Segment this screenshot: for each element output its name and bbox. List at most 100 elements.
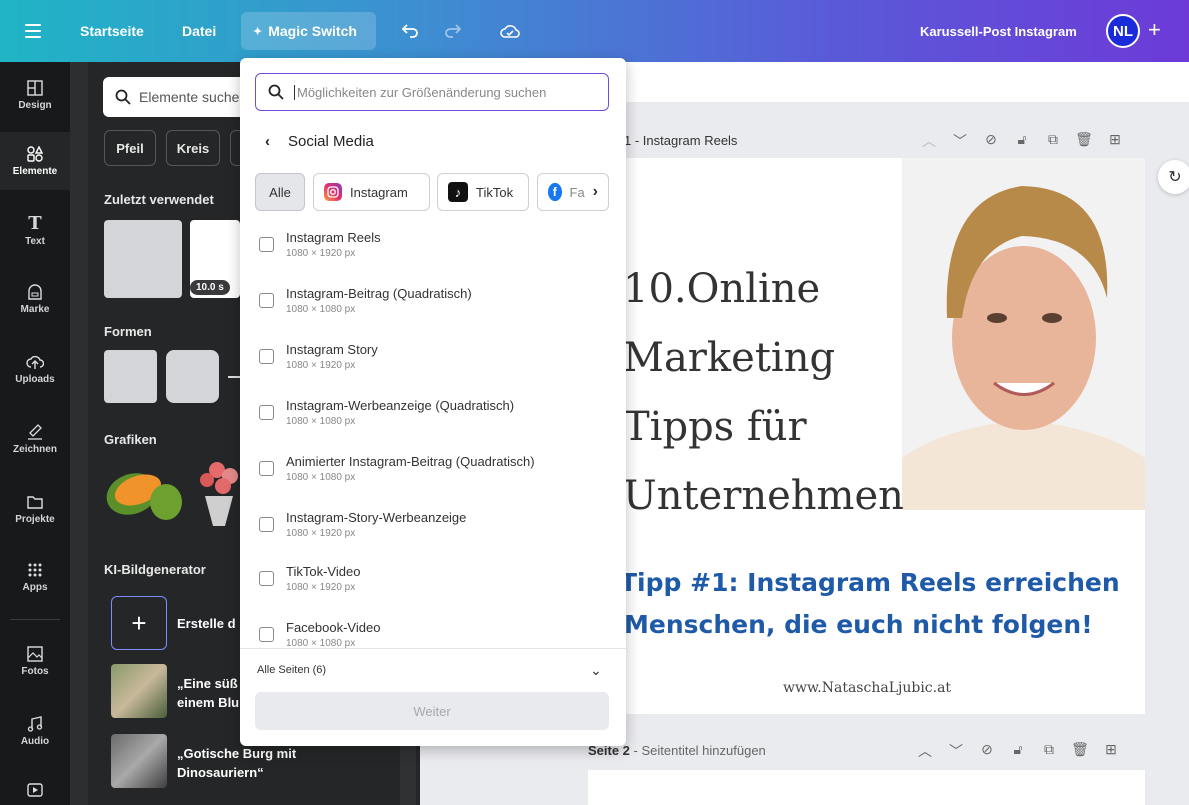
checkbox[interactable] <box>259 627 274 642</box>
resize-search-input[interactable]: Möglichkeiten zur Größenänderung suchen <box>255 73 609 111</box>
rail-item-projekte[interactable]: Projekte <box>0 480 70 538</box>
duration-badge: 10.0 s <box>190 280 230 295</box>
tipp-text[interactable]: Tipp #1: Instagram Reels erreichen Mensc… <box>620 562 1120 646</box>
slide-title[interactable]: 10.Online Marketing Tipps für Unternehme… <box>623 255 904 531</box>
trash-icon[interactable]: 🗑︎ <box>1071 741 1089 761</box>
chevron-down-icon[interactable]: ﹀ <box>949 741 963 761</box>
option-size: 1080 × 1080 px <box>286 416 356 427</box>
document-title[interactable]: Karussell-Post Instagram <box>920 0 1077 62</box>
home-link[interactable]: Startseite <box>80 0 144 62</box>
filter-chip-tiktok[interactable]: ♪ TikTok <box>437 173 529 211</box>
option-name: Instagram-Story-Werbeanzeige <box>286 510 467 525</box>
rail-item-text[interactable]: T Text <box>0 202 70 260</box>
chevron-right-icon[interactable]: › <box>593 183 598 201</box>
all-pages-select[interactable]: Alle Seiten (6) <box>257 664 326 676</box>
resize-option[interactable]: TikTok-Video 1080 × 1920 px <box>259 564 360 593</box>
chip-kreis[interactable]: Kreis <box>166 130 220 166</box>
undo-icon[interactable] <box>401 0 419 62</box>
ki-create-label[interactable]: Erstelle d <box>177 614 236 633</box>
cloud-saved-icon[interactable] <box>500 0 520 62</box>
checkbox[interactable] <box>259 405 274 420</box>
website-url[interactable]: www.NataschaLjubic.at <box>783 680 951 696</box>
magic-switch-button[interactable]: ✦ Magic Switch <box>241 12 376 50</box>
chevron-up-icon[interactable]: ︿ <box>918 741 932 761</box>
shape-square[interactable] <box>104 350 157 403</box>
resize-option[interactable]: Facebook-Video 1080 × 1080 px <box>259 620 380 648</box>
checkbox[interactable] <box>259 293 274 308</box>
checkbox[interactable] <box>259 571 274 586</box>
resize-option[interactable]: Instagram-Story-Werbeanzeige 1080 × 1920 … <box>259 510 466 539</box>
filter-chip-label: Instagram <box>350 184 408 200</box>
rail-item-zeichnen[interactable]: Zeichnen <box>0 410 70 468</box>
add-page-icon[interactable]: ⊞ <box>1104 741 1118 761</box>
duplicate-icon[interactable]: ⧉ <box>1046 131 1060 151</box>
duplicate-icon[interactable]: ⧉ <box>1042 741 1056 761</box>
recent-thumb[interactable] <box>104 220 182 298</box>
file-menu[interactable]: Datei <box>182 0 216 62</box>
filter-chip-alle[interactable]: Alle <box>255 173 305 211</box>
filter-chip-facebook[interactable]: f Fa › <box>537 173 609 211</box>
chevron-up-icon[interactable]: ︿ <box>922 131 936 151</box>
rail-item-audio[interactable]: Audio <box>0 702 70 760</box>
refresh-icon[interactable]: ↻ <box>1158 160 1189 194</box>
shape-line[interactable] <box>228 376 240 378</box>
add-page-icon[interactable]: ⊞ <box>1108 131 1122 151</box>
lock-icon[interactable]: 🔓︎ <box>1011 741 1025 761</box>
page-1-label[interactable]: 1 - Instagram Reels <box>624 133 737 148</box>
resize-option[interactable]: Instagram-Werbeanzeige (Quadratisch) 1080… <box>259 398 514 427</box>
graphic-flower-vase[interactable] <box>195 456 240 536</box>
checkbox[interactable] <box>259 349 274 364</box>
filter-chip-label: Alle <box>269 184 291 200</box>
filter-chip-label: Fa <box>569 184 585 200</box>
panel-collapse-strip[interactable] <box>70 62 88 805</box>
hide-icon[interactable]: ⊘ <box>980 741 994 761</box>
back-to-categories[interactable]: ‹ Social Media <box>265 133 374 150</box>
checkbox[interactable] <box>259 237 274 252</box>
checkbox[interactable] <box>259 461 274 476</box>
chip-pfeil[interactable]: Pfeil <box>104 130 156 166</box>
graphic-fruit[interactable] <box>104 458 184 526</box>
add-collaborator-icon[interactable]: + <box>1148 18 1161 42</box>
trash-icon[interactable]: 🗑︎ <box>1075 131 1093 151</box>
redo-icon[interactable] <box>444 0 462 62</box>
avatar[interactable]: NL <box>1106 14 1140 48</box>
option-size: 1080 × 1080 px <box>286 304 356 315</box>
resize-option[interactable]: Instagram Story 1080 × 1920 px <box>259 342 378 371</box>
ki-create-button[interactable]: + <box>111 596 167 650</box>
rail-item-fotos[interactable]: Fotos <box>0 632 70 690</box>
next-button[interactable]: Weiter <box>255 692 609 730</box>
lock-icon[interactable]: 🔓︎ <box>1015 131 1029 151</box>
resize-option[interactable]: Instagram-Beitrag (Quadratisch) 1080 × 10… <box>259 286 472 315</box>
option-size: 1080 × 1920 px <box>286 248 356 259</box>
rail-label: Design <box>18 99 52 111</box>
elements-search-input[interactable]: Elemente suche <box>103 77 253 117</box>
checkbox[interactable] <box>259 517 274 532</box>
resize-option[interactable]: Animierter Instagram-Beitrag (Quadratisc… <box>259 454 535 483</box>
rail-item-uploads[interactable]: Uploads <box>0 340 70 398</box>
ki-example-2[interactable]: „Gotische Burg mit Dinosauriern“ <box>177 744 296 782</box>
apps-icon <box>26 562 44 578</box>
filter-chip-instagram[interactable]: Instagram <box>313 173 430 211</box>
magic-switch-label: Magic Switch <box>268 23 357 39</box>
rail-item-apps[interactable]: Apps <box>0 548 70 606</box>
chevron-down-icon[interactable]: ﹀ <box>953 131 967 151</box>
rail-item-design[interactable]: Design <box>0 66 70 124</box>
chevron-down-icon[interactable]: ⌄ <box>590 662 602 679</box>
chip-partial[interactable] <box>230 130 240 166</box>
menu-icon[interactable] <box>22 0 44 62</box>
hide-icon[interactable]: ⊘ <box>984 131 998 151</box>
resize-option[interactable]: Instagram Reels 1080 × 1920 px <box>259 230 381 259</box>
portrait-photo[interactable] <box>902 158 1145 510</box>
rail-item-elemente[interactable]: Elemente <box>0 132 70 190</box>
facebook-icon: f <box>548 183 562 201</box>
shape-rounded-square[interactable] <box>166 350 219 403</box>
ki-example-image[interactable] <box>111 734 167 788</box>
option-name: Facebook-Video <box>286 620 381 635</box>
rail-item-marke[interactable]: Marke <box>0 270 70 328</box>
page-2-tools: ︿ ﹀ ⊘ 🔓︎ ⧉ 🗑︎ ⊞ <box>918 741 1118 761</box>
rail-item-video[interactable] <box>0 772 70 805</box>
design-page-2[interactable] <box>588 770 1145 805</box>
ki-example-image[interactable] <box>111 664 167 718</box>
ki-example-1[interactable]: „Eine süß einem Blu <box>177 674 239 712</box>
video-icon <box>26 782 44 798</box>
